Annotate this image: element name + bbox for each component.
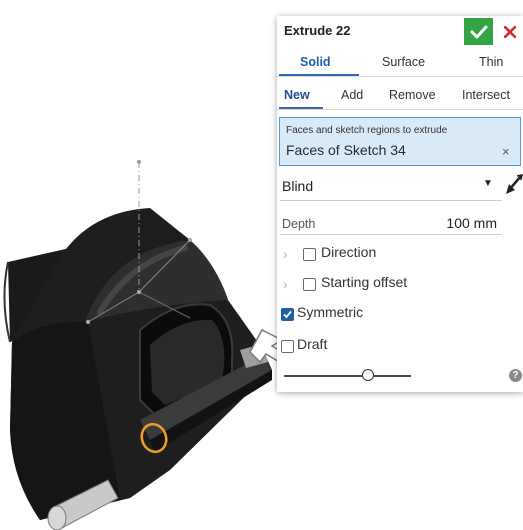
depth-input[interactable]: 100 mm bbox=[437, 215, 497, 231]
divider bbox=[277, 76, 523, 77]
faces-field-label: Faces and sketch regions to extrude bbox=[286, 125, 448, 136]
slider-track[interactable] bbox=[284, 375, 411, 377]
slider-handle[interactable] bbox=[362, 369, 374, 381]
flip-direction-arrow-icon[interactable] bbox=[505, 174, 523, 196]
sketch-point bbox=[137, 160, 141, 164]
checkmark-icon bbox=[470, 25, 487, 38]
faces-field-value: Faces of Sketch 34 bbox=[286, 142, 406, 158]
symmetric-label: Symmetric bbox=[297, 304, 364, 320]
faces-selection-field[interactable]: Faces and sketch regions to extrude Face… bbox=[279, 117, 521, 166]
cancel-button[interactable] bbox=[497, 18, 523, 45]
starting-offset-checkbox[interactable] bbox=[303, 278, 316, 291]
sketch-point bbox=[86, 320, 90, 324]
ok-button[interactable] bbox=[464, 18, 493, 45]
end-type-select[interactable]: Blind bbox=[282, 178, 313, 194]
clear-selection-icon[interactable]: × bbox=[502, 144, 510, 159]
depth-label: Depth bbox=[282, 217, 316, 231]
operation-new[interactable]: New bbox=[284, 88, 310, 102]
chevron-down-icon[interactable]: ▼ bbox=[483, 178, 493, 189]
chevron-right-icon[interactable]: › bbox=[283, 246, 288, 262]
direction-label: Direction bbox=[321, 244, 377, 260]
sketch-point bbox=[137, 290, 141, 294]
bottom-pin-end bbox=[47, 505, 67, 530]
dialog-title: Extrude 22 bbox=[284, 23, 351, 38]
operation-add[interactable]: Add bbox=[341, 88, 363, 102]
operation-remove[interactable]: Remove bbox=[389, 88, 436, 102]
extrude-dialog: Extrude 22 Solid Surface Thin New Add Re… bbox=[277, 16, 523, 392]
draft-label: Draft bbox=[297, 336, 328, 352]
direction-checkbox[interactable] bbox=[303, 248, 316, 261]
depth-underline bbox=[280, 234, 502, 235]
end-type-underline bbox=[280, 200, 502, 201]
chevron-right-icon[interactable]: › bbox=[283, 276, 288, 292]
tab-thin[interactable]: Thin bbox=[479, 55, 503, 69]
starting-offset-label: Starting offset bbox=[321, 274, 408, 290]
operation-intersect[interactable]: Intersect bbox=[462, 88, 510, 102]
tab-surface[interactable]: Surface bbox=[382, 55, 425, 69]
divider bbox=[277, 109, 523, 110]
symmetric-checkbox[interactable] bbox=[281, 308, 294, 321]
tab-solid[interactable]: Solid bbox=[300, 55, 331, 69]
draft-checkbox[interactable] bbox=[281, 340, 294, 353]
close-icon bbox=[504, 25, 516, 38]
checkmark-icon bbox=[283, 310, 292, 319]
help-icon[interactable]: ? bbox=[509, 369, 522, 382]
sketch-point bbox=[188, 238, 192, 242]
